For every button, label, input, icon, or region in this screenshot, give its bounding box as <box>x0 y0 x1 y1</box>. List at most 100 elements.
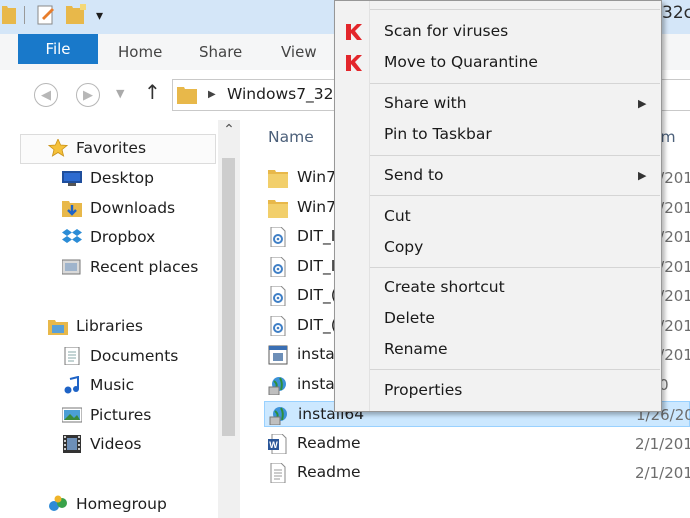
submenu-arrow-icon: ▶ <box>638 169 647 182</box>
documents-icon <box>64 347 80 365</box>
menu-item-copy[interactable]: Copy <box>335 235 661 263</box>
desktop-icon <box>62 171 82 186</box>
file-name: insta <box>297 345 335 363</box>
navigation-pane: Favorites Desktop Downloads Dropbox Rece… <box>0 120 242 518</box>
nav-label: Pictures <box>90 406 152 424</box>
homegroup-icon <box>49 495 67 511</box>
downloads-folder-icon <box>62 201 82 217</box>
menu-item-send-to[interactable]: Send to ▶ <box>335 163 661 191</box>
tab-share[interactable]: Share <box>199 43 242 61</box>
file-date: 2/1/201 <box>635 464 690 482</box>
text-file-icon <box>270 463 286 483</box>
dropbox-icon <box>62 229 82 243</box>
menu-separator <box>370 155 660 156</box>
nav-label: Dropbox <box>90 228 156 246</box>
menu-item-move-to-quarantine[interactable]: Move to Quarantine <box>335 50 661 78</box>
back-arrow-icon[interactable]: ◀ <box>34 83 58 107</box>
nav-label: Homegroup <box>76 495 167 513</box>
breadcrumb-chevron-icon[interactable]: ▶ <box>208 89 216 100</box>
menu-item-label: Share with <box>384 94 467 112</box>
kaspersky-icon <box>346 24 362 40</box>
kaspersky-icon <box>346 55 362 71</box>
nav-label: Videos <box>90 435 142 453</box>
pictures-icon <box>62 407 82 423</box>
file-row[interactable]: W Readme 2/1/201 <box>264 431 690 457</box>
scroll-up-icon[interactable]: ⌃ <box>221 122 237 138</box>
context-menu: Scan for viruses Move to Quarantine Shar… <box>334 0 662 412</box>
nav-label: Libraries <box>76 317 143 335</box>
customize-toolbar-icon[interactable]: ▾ <box>96 8 103 24</box>
file-name: Readme <box>297 433 361 452</box>
nav-label: Favorites <box>76 139 147 157</box>
menu-item-label: Scan for viruses <box>384 22 509 40</box>
menu-item-share-with[interactable]: Share with ▶ <box>335 91 661 119</box>
menu-separator <box>370 9 660 10</box>
menu-separator <box>370 195 660 196</box>
menu-separator <box>370 83 660 84</box>
menu-item-label: Send to <box>384 166 444 184</box>
nav-label: Music <box>90 376 135 394</box>
properties-icon[interactable] <box>36 4 56 26</box>
music-icon <box>64 376 79 394</box>
column-header-name[interactable]: Name <box>268 128 314 146</box>
menu-item-scan-for-viruses[interactable]: Scan for viruses <box>335 19 661 47</box>
menu-item-label: Create shortcut <box>384 278 505 296</box>
window-title: 32c <box>662 3 690 23</box>
menu-item-create-shortcut[interactable]: Create shortcut <box>335 275 661 303</box>
menu-item-label: Cut <box>384 207 411 225</box>
libraries-icon <box>48 320 68 335</box>
svg-text:W: W <box>269 440 278 450</box>
tab-file[interactable]: File <box>18 34 98 64</box>
menu-item-rename[interactable]: Rename <box>335 337 661 365</box>
address-path: Windows7_32c <box>227 85 343 103</box>
installer-icon <box>268 345 288 365</box>
menu-item-label: Properties <box>384 381 463 399</box>
videos-icon <box>63 435 81 453</box>
new-folder-icon[interactable] <box>66 4 88 24</box>
star-icon <box>48 139 68 157</box>
file-row[interactable]: Readme 2/1/201 <box>264 460 690 486</box>
recent-places-icon <box>62 259 81 275</box>
menu-item-label: Delete <box>384 309 435 327</box>
settings-file-icon <box>270 286 286 306</box>
nav-label: Downloads <box>90 199 176 217</box>
menu-item-properties[interactable]: Properties <box>335 378 661 406</box>
tab-home[interactable]: Home <box>118 43 162 61</box>
menu-item-delete[interactable]: Delete <box>335 306 661 334</box>
recent-locations-chevron-icon[interactable]: ▼ <box>116 87 124 100</box>
folder-icon <box>268 170 288 188</box>
menu-separator <box>370 267 660 268</box>
settings-file-icon <box>270 227 286 247</box>
menu-item-label: Pin to Taskbar <box>384 125 492 143</box>
forward-arrow-icon[interactable]: ▶ <box>76 83 100 107</box>
file-name: DIT_I <box>297 256 336 275</box>
file-name: insta <box>297 374 335 393</box>
up-arrow-icon[interactable]: ↑ <box>144 80 161 104</box>
file-name: DIT_I <box>297 227 336 245</box>
menu-item-label: Move to Quarantine <box>384 53 538 71</box>
folder-icon <box>268 199 288 218</box>
tab-view[interactable]: View <box>281 43 317 61</box>
nav-scrollbar[interactable]: ⌃ <box>218 120 240 518</box>
menu-item-label: Rename <box>384 340 448 358</box>
file-name: Win7 <box>297 168 336 186</box>
toolbar-separator <box>24 6 25 24</box>
menu-item-pin-to-taskbar[interactable]: Pin to Taskbar <box>335 122 661 150</box>
file-name: Win7 <box>297 197 336 216</box>
file-name: DIT_( <box>297 286 337 304</box>
menu-item-label: Copy <box>384 238 424 256</box>
nav-label: Documents <box>90 347 179 365</box>
file-name: DIT_( <box>297 315 337 334</box>
folder-icon <box>177 87 197 104</box>
setup-globe-icon <box>269 407 287 425</box>
nav-label: Recent places <box>90 258 199 276</box>
setup-globe-icon <box>268 376 286 395</box>
word-doc-icon: W <box>268 433 287 454</box>
settings-file-icon <box>270 256 286 277</box>
menu-separator <box>370 369 660 370</box>
settings-file-icon <box>270 315 286 336</box>
menu-item-cut[interactable]: Cut <box>335 204 661 232</box>
file-name: Readme <box>297 463 361 481</box>
nav-label: Desktop <box>90 169 154 187</box>
scrollbar-thumb[interactable] <box>222 158 235 436</box>
